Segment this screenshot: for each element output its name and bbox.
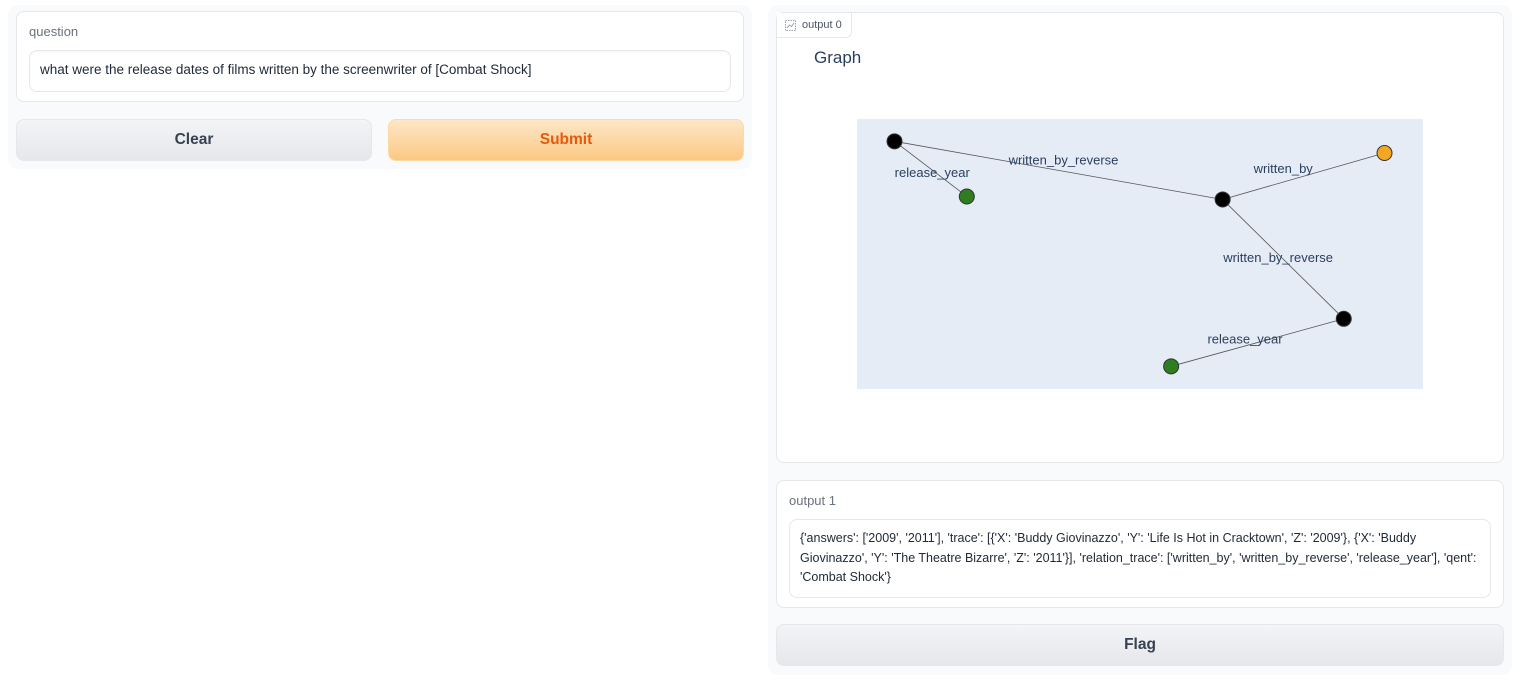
edge-label: release_year [895,165,971,180]
edge-label: written_by_reverse [1008,152,1119,167]
output0-card: output 0 Graph release_year written_by_re… [776,12,1504,463]
edge-label: written_by [1253,161,1314,176]
graph-node-entity[interactable] [1335,310,1352,327]
question-input[interactable]: what were the release dates of films wri… [29,50,731,92]
output-column: output 0 Graph release_year written_by_re… [768,5,1512,675]
edge-label: release_year [1207,332,1283,347]
flag-button[interactable]: Flag [776,624,1504,666]
graph-node-answer[interactable] [1163,358,1180,375]
graph-node-entity[interactable] [1214,191,1231,208]
graph-node-topic[interactable] [1376,145,1393,162]
graph-node-entity[interactable] [886,133,903,150]
plot-background [857,119,1423,389]
input-column: question what were the release dates of … [8,5,752,169]
question-label: question [29,24,79,39]
graph-node-answer[interactable] [958,188,975,205]
output1-card: output 1 {'answers': ['2009', '2011'], '… [776,480,1504,608]
output1-textarea[interactable]: {'answers': ['2009', '2011'], 'trace': [… [789,519,1491,598]
graph-plot[interactable]: release_year written_by_reverse written_by… [777,13,1503,462]
submit-button[interactable]: Submit [388,119,744,161]
clear-button[interactable]: Clear [16,119,372,161]
edge-label: written_by_reverse [1222,250,1333,265]
output1-label: output 1 [789,493,836,508]
question-card: question what were the release dates of … [16,11,744,102]
